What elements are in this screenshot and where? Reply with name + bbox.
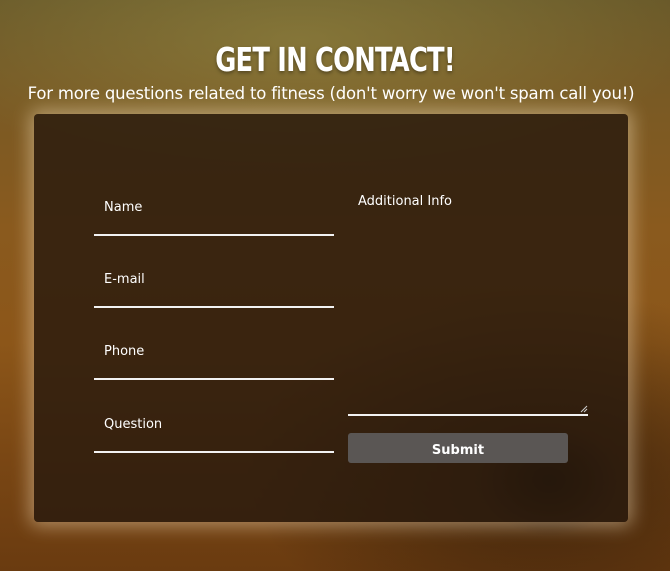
- submit-button[interactable]: Submit: [348, 433, 568, 463]
- email-field[interactable]: E-mail: [94, 266, 334, 308]
- email-field-label: E-mail: [104, 272, 145, 287]
- phone-field[interactable]: Phone: [94, 338, 334, 380]
- page-title: GET IN CONTACT!: [215, 40, 455, 79]
- contact-form-panel: Name E-mail Phone Question Additional In…: [34, 114, 628, 522]
- name-field[interactable]: Name: [94, 194, 334, 236]
- name-field-label: Name: [104, 200, 143, 215]
- phone-field-label: Phone: [104, 344, 145, 359]
- page-subtitle: For more questions related to fitness (d…: [27, 84, 635, 103]
- question-field-label: Question: [104, 417, 163, 432]
- question-field[interactable]: Question: [94, 411, 334, 453]
- additional-info-label: Additional Info: [358, 194, 452, 209]
- additional-info-textarea[interactable]: Additional Info: [348, 186, 588, 416]
- resize-grip-icon[interactable]: [580, 405, 588, 413]
